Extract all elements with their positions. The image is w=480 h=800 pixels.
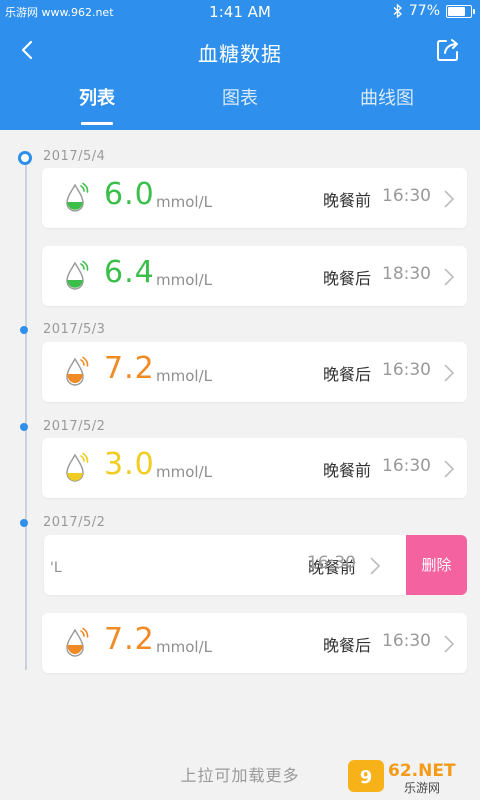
svg-text:9: 9: [360, 767, 373, 788]
glucose-unit: mmol/L: [156, 271, 212, 289]
timeline-node: [18, 151, 32, 165]
record-time: 16:30: [382, 186, 431, 206]
share-icon[interactable]: [432, 34, 464, 66]
record-time: 16:30: [307, 553, 356, 573]
group-date: 2017/5/4: [43, 149, 106, 164]
glucose-unit: mmol/L: [156, 638, 212, 656]
delete-button[interactable]: 删除: [406, 535, 467, 595]
svg-text:62.NET: 62.NET: [388, 761, 456, 781]
glucose-unit: mmol/L: [156, 463, 212, 481]
nav-bar: 血糖数据: [0, 24, 480, 78]
record-card[interactable]: 3.0 mmol/L 晚餐前 16:30: [42, 438, 467, 498]
glucose-unit: mmol/L: [156, 193, 212, 211]
blood-drop-icon: [66, 452, 89, 482]
meal-label: 晚餐后: [322, 636, 371, 655]
glucose-value: 7.2: [104, 622, 155, 657]
glucose-value: 6.4: [104, 255, 155, 290]
meal-label: 晚餐前: [322, 191, 371, 210]
chevron-right-icon: [370, 557, 381, 575]
record-time: 16:30: [382, 360, 431, 380]
meal-label: 晚餐前: [322, 461, 371, 480]
record-card-swiped[interactable]: 'L 晚餐前 16:30: [44, 535, 406, 595]
record-card[interactable]: 6.4 mmol/L 晚餐后 18:30: [42, 246, 467, 306]
blood-drop-icon: [66, 356, 89, 386]
battery-percent: 77%: [408, 3, 440, 19]
glucose-unit: mmol/L: [156, 367, 212, 385]
svg-text:乐游网: 乐游网: [404, 781, 440, 795]
app-header: 乐游网 www.962.net 1:41 AM 77% 血糖数据 列表 图表 曲…: [0, 0, 480, 130]
battery-fill: [448, 6, 465, 16]
record-time: 16:30: [382, 456, 431, 476]
timeline-node: [20, 519, 28, 527]
status-right: 77%: [393, 3, 475, 19]
record-card[interactable]: 6.0 mmol/L 晚餐前 16:30: [42, 168, 467, 228]
status-bar: 乐游网 www.962.net 1:41 AM 77%: [0, 0, 480, 24]
meal-label: 晚餐后: [322, 269, 371, 288]
record-card[interactable]: 7.2 mmol/L 晚餐后 16:30: [42, 342, 467, 402]
active-tab-indicator: [81, 122, 113, 125]
glucose-value: 3.0: [104, 447, 155, 482]
tab-bar: 列表 图表 曲线图: [0, 84, 480, 130]
blood-drop-icon: [66, 260, 89, 290]
bluetooth-icon: [393, 4, 402, 18]
group-date: 2017/5/2: [43, 515, 106, 530]
chevron-right-icon: [444, 460, 455, 478]
record-time: 16:30: [382, 631, 431, 651]
record-card[interactable]: 7.2 mmol/L 晚餐后 16:30: [42, 613, 467, 673]
glucose-value: 7.2: [104, 351, 155, 386]
meal-label: 晚餐后: [322, 365, 371, 384]
tab-chart[interactable]: 图表: [180, 84, 300, 110]
page-title: 血糖数据: [198, 42, 282, 66]
chevron-right-icon: [444, 268, 455, 286]
glucose-unit: 'L: [50, 560, 62, 576]
chevron-right-icon: [444, 635, 455, 653]
blood-drop-icon: [66, 627, 89, 657]
tab-curve[interactable]: 曲线图: [327, 84, 447, 110]
record-time: 18:30: [382, 264, 431, 284]
chevron-right-icon: [444, 190, 455, 208]
watermark-logo: 9 62.NET 乐游网: [348, 760, 456, 795]
timeline-node: [20, 423, 28, 431]
tab-list[interactable]: 列表: [37, 84, 157, 110]
glucose-value: 6.0: [104, 177, 155, 212]
timeline-line: [25, 156, 27, 670]
chevron-right-icon: [444, 364, 455, 382]
timeline-node: [20, 326, 28, 334]
group-date: 2017/5/3: [43, 322, 106, 337]
battery-icon: [446, 4, 475, 18]
group-date: 2017/5/2: [43, 419, 106, 434]
blood-drop-icon: [66, 182, 89, 212]
